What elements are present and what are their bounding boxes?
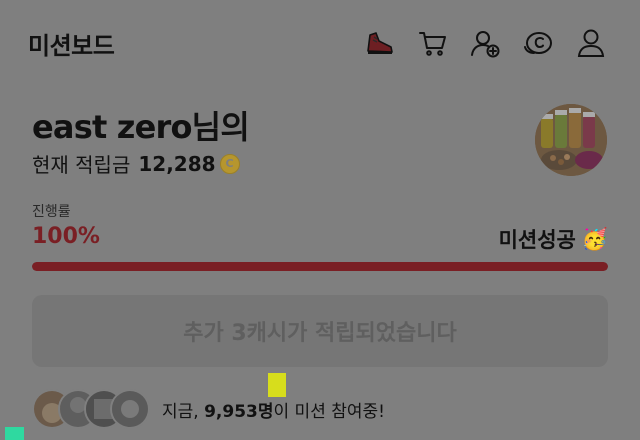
mission-status: 미션성공 🥳 bbox=[499, 224, 608, 254]
participants-prefix: 지금, bbox=[162, 401, 199, 422]
avatar[interactable] bbox=[535, 104, 607, 176]
app-header: 미션보드 bbox=[0, 0, 640, 86]
coin-icon-small: C bbox=[219, 153, 240, 174]
profile-icon[interactable] bbox=[573, 25, 609, 61]
participants-text: 지금, 9,953명이 미션 참여중! bbox=[162, 397, 385, 422]
green-marker bbox=[5, 427, 24, 440]
cart-icon[interactable] bbox=[415, 25, 451, 61]
coin-icon[interactable] bbox=[520, 25, 556, 61]
progress-bar-fill bbox=[32, 262, 608, 271]
participants-suffix: 이 미션 참여중! bbox=[273, 401, 385, 422]
reward-button[interactable]: 추가 3캐시가 적립되었습니다 bbox=[32, 295, 608, 367]
participants-count: 9,953명 bbox=[204, 401, 274, 422]
user-name: east zero님의 bbox=[32, 108, 250, 146]
progress-bar bbox=[32, 262, 608, 271]
sneaker-icon[interactable] bbox=[362, 25, 398, 61]
yellow-marker bbox=[268, 373, 286, 397]
participant-avatar bbox=[110, 389, 150, 429]
participants-row: 지금, 9,953명이 미션 참여중! bbox=[32, 389, 385, 429]
page-title: 미션보드 bbox=[28, 32, 115, 60]
party-face-icon: 🥳 bbox=[581, 226, 608, 251]
balance-value: 12,288 bbox=[138, 151, 216, 176]
progress-label: 진행률 bbox=[32, 204, 71, 220]
balance-row: 현재 적립금 12,288 C bbox=[32, 149, 240, 178]
mission-status-label: 미션성공 bbox=[498, 228, 576, 252]
user-add-icon[interactable] bbox=[467, 25, 503, 61]
progress-percent: 100% bbox=[32, 224, 100, 249]
balance-label: 현재 적립금 bbox=[32, 153, 131, 177]
